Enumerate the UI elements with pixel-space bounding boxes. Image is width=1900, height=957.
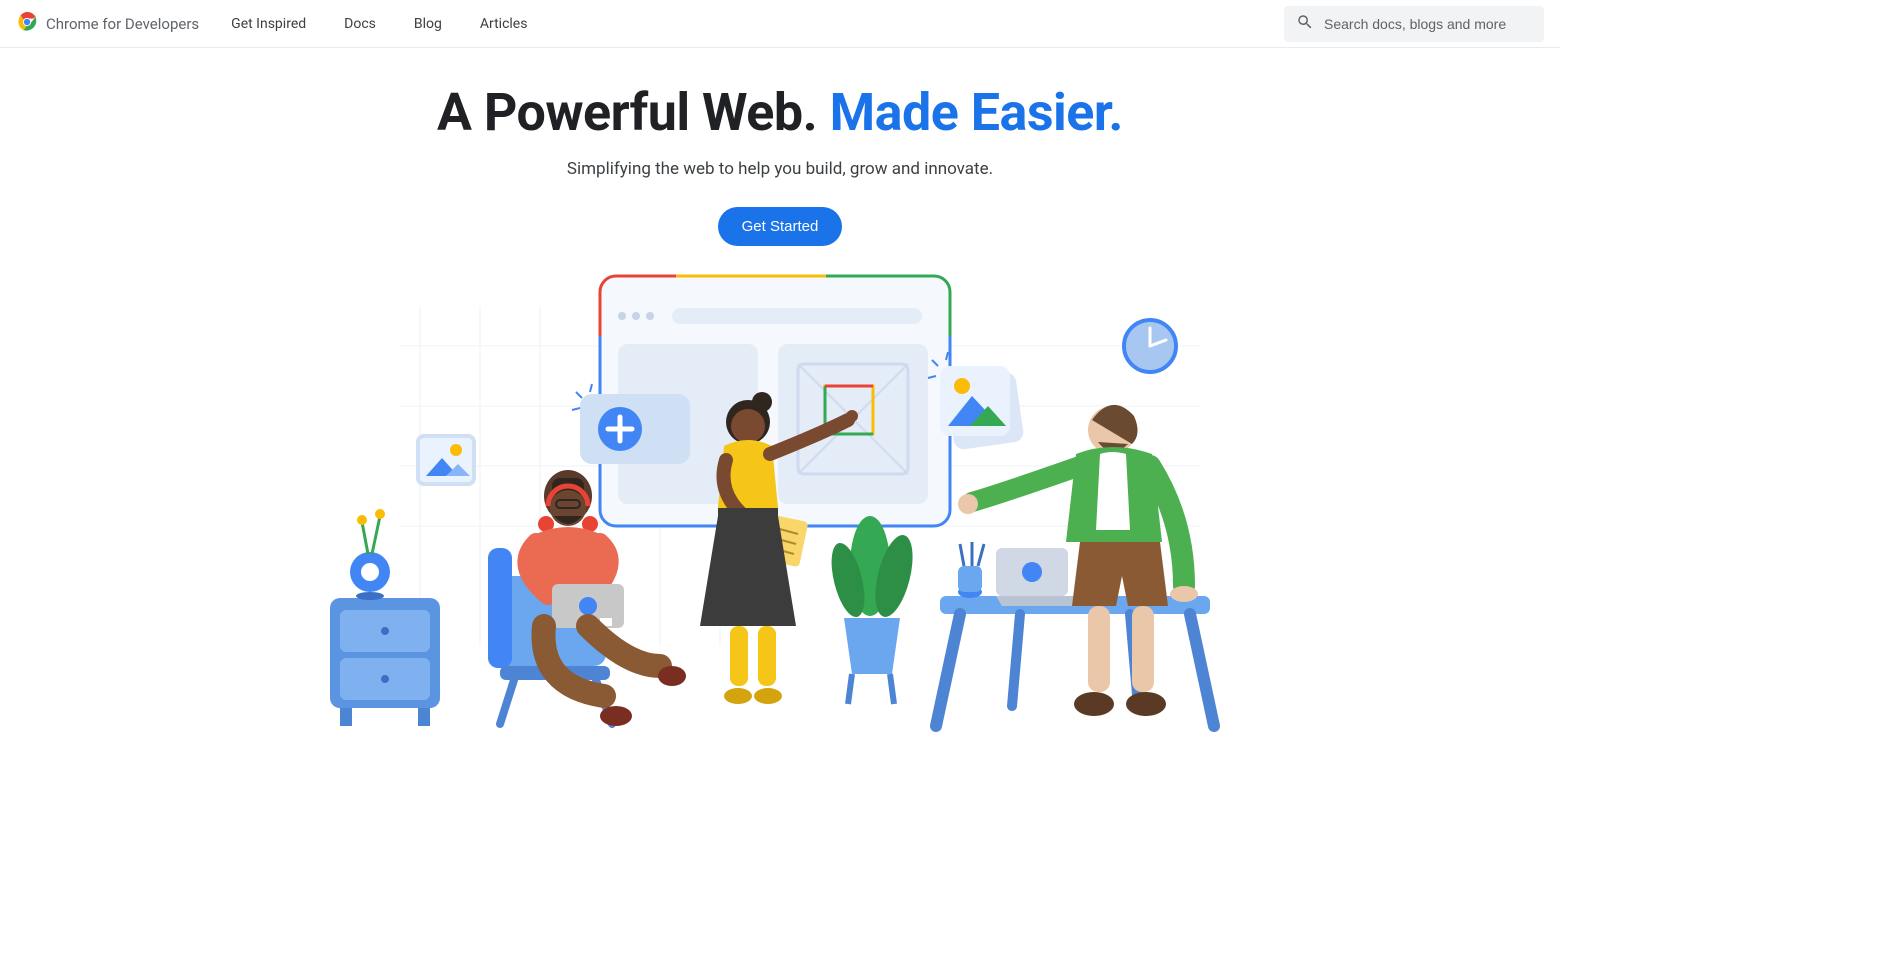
nav-blog[interactable]: Blog	[414, 16, 442, 32]
hero-section: A Powerful Web. Made Easier. Simplifying…	[0, 48, 1560, 746]
search-box[interactable]	[1284, 6, 1544, 42]
nav-get-inspired[interactable]: Get Inspired	[231, 16, 306, 32]
headline-part2: Made Easier.	[830, 82, 1123, 143]
nav-articles[interactable]: Articles	[480, 16, 528, 32]
search-input[interactable]	[1324, 16, 1532, 32]
hero-headline: A Powerful Web. Made Easier.	[0, 84, 1560, 141]
hero-illustration	[300, 266, 1260, 746]
brand[interactable]: Chrome for Developers	[16, 11, 199, 37]
nav-docs[interactable]: Docs	[344, 16, 376, 32]
get-started-button[interactable]: Get Started	[718, 207, 843, 246]
headline-part1: A Powerful Web.	[437, 82, 830, 143]
hero-subtitle: Simplifying the web to help you build, g…	[0, 159, 1560, 179]
top-header: Chrome for Developers Get Inspired Docs …	[0, 0, 1560, 48]
search-icon	[1296, 13, 1314, 35]
brand-title: Chrome for Developers	[46, 15, 199, 33]
top-nav: Get Inspired Docs Blog Articles	[231, 16, 527, 32]
chrome-logo-icon	[16, 11, 38, 37]
